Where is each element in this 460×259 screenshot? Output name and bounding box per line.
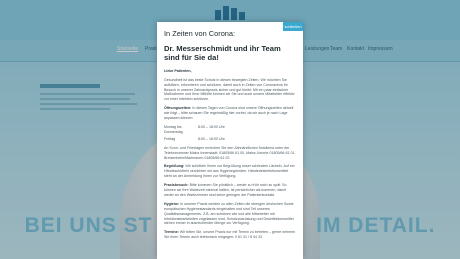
opening-hours-text: Öffnungszeiten: In diesen Tagen von Coro…: [164, 106, 294, 121]
corona-info-modal: schließen In Zeiten von Corona: Dr. Mess…: [157, 22, 303, 259]
hours-row: Montag bis Donnerstag 8:00 – 18:00 Uhr: [164, 124, 225, 134]
opening-hours-label: Öffnungszeiten:: [164, 106, 192, 111]
greeting-rule-text: Begrüßung: Wir schütteln Ihnen zur Begrü…: [164, 164, 295, 179]
emergency-text: An Sonn- und Feiertagen erreichen Sie de…: [164, 145, 296, 160]
opening-hours-table: Montag bis Donnerstag 8:00 – 18:00 Uhr F…: [164, 125, 296, 142]
modal-subtitle: Dr. Messerschmidt und ihr Team sind für …: [164, 44, 281, 63]
hours-row: Freitag 8:00 – 16:00 Uhr: [164, 136, 225, 141]
visit-rule-text: Praxisbesuch: Bitte kommen Sie pünktlich…: [164, 183, 287, 197]
greeting-text: Liebe Patienten,: [164, 68, 192, 73]
appointment-text: Termine: Wir bitten Sie, unsere Praxis n…: [164, 230, 296, 240]
close-button[interactable]: schließen: [283, 22, 303, 31]
hygiene-text: Hygiene: In unserer Praxis werden zu all…: [164, 201, 294, 226]
intro-text: Gesundheit ist das beste Schutz in diese…: [164, 77, 295, 102]
modal-title: In Zeiten von Corona:: [164, 29, 236, 38]
